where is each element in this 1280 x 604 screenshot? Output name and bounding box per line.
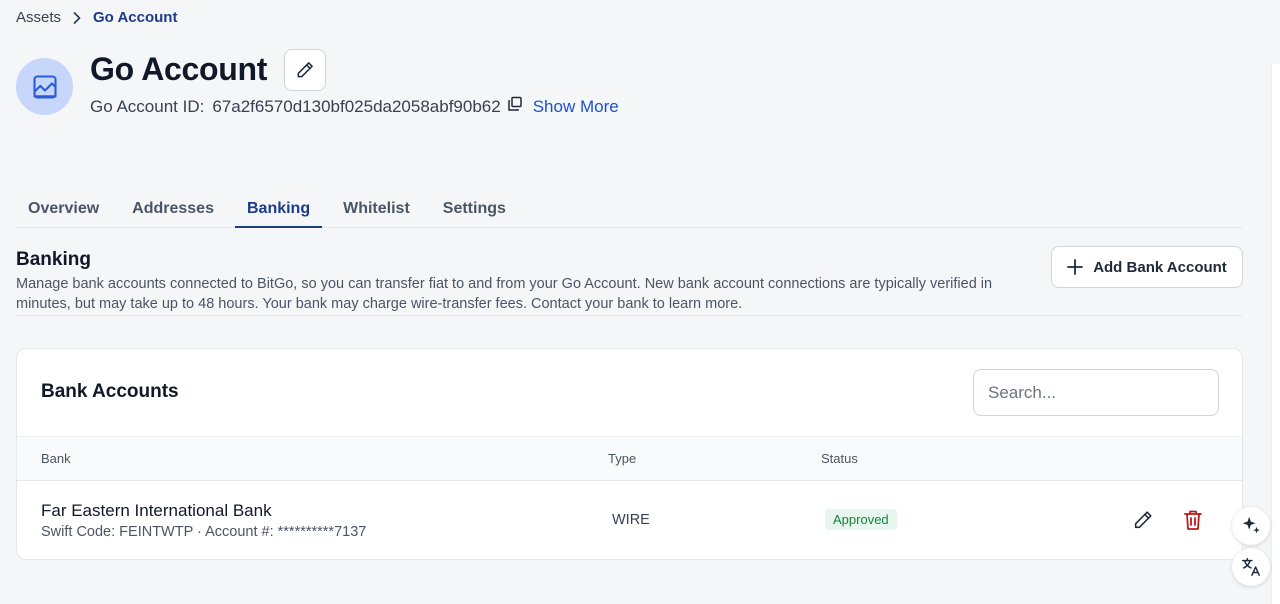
tab-banking[interactable]: Banking (234, 190, 323, 228)
sparkle-icon (1240, 515, 1262, 537)
bank-meta: Swift Code: FEINTWTP · Account #: ******… (41, 524, 367, 540)
edit-title-button[interactable] (284, 49, 326, 91)
account-id-row: Go Account ID: 67a2f6570d130bf025da2058a… (90, 96, 619, 117)
breadcrumb-go-account: Go Account (93, 9, 178, 26)
scrollbar[interactable] (1271, 64, 1280, 604)
card-title: Bank Accounts (41, 381, 179, 402)
column-bank: Bank (41, 451, 71, 466)
copy-icon[interactable] (507, 96, 523, 112)
edit-bank-button[interactable] (1132, 509, 1154, 531)
trash-icon (1183, 509, 1203, 531)
account-avatar (16, 58, 73, 115)
breadcrumb-assets[interactable]: Assets (16, 9, 61, 26)
table-row: Far Eastern International Bank Swift Cod… (17, 481, 1242, 559)
translate-icon (1240, 556, 1262, 578)
account-id-label: Go Account ID: (90, 97, 205, 116)
translate-button[interactable] (1232, 548, 1270, 586)
column-type: Type (608, 451, 637, 466)
section-title: Banking (16, 249, 91, 270)
tab-whitelist[interactable]: Whitelist (331, 190, 422, 228)
chart-line-icon (31, 73, 59, 101)
column-status: Status (821, 451, 858, 466)
show-more-link[interactable]: Show More (533, 97, 619, 117)
account-id-value: 67a2f6570d130bf025da2058abf90b62 (212, 97, 501, 116)
divider (16, 315, 1242, 316)
pencil-icon (295, 60, 315, 80)
page-title: Go Account (90, 51, 268, 87)
status-badge: Approved (825, 509, 897, 530)
bank-name: Far Eastern International Bank (41, 501, 272, 520)
ai-assistant-button[interactable] (1232, 507, 1270, 545)
add-bank-account-label: Add Bank Account (1093, 258, 1227, 276)
tab-settings[interactable]: Settings (431, 190, 518, 228)
chevron-right-icon (73, 11, 81, 24)
pencil-icon (1132, 509, 1154, 531)
plus-icon (1067, 259, 1084, 275)
section-description: Manage bank accounts connected to BitGo,… (16, 276, 993, 312)
search-input[interactable] (973, 369, 1219, 416)
add-bank-account-button[interactable]: Add Bank Account (1051, 246, 1243, 288)
tab-bar: Overview Addresses Banking Whitelist Set… (16, 190, 1242, 228)
bank-accounts-card: Bank Accounts Bank Type Status Far Easte… (16, 348, 1243, 560)
tab-addresses[interactable]: Addresses (120, 190, 226, 228)
table-header: Bank Type Status (17, 436, 1242, 481)
tab-overview[interactable]: Overview (16, 190, 111, 228)
bank-type: WIRE (612, 512, 650, 528)
delete-bank-button[interactable] (1183, 509, 1203, 531)
breadcrumb: Assets Go Account (16, 9, 177, 26)
